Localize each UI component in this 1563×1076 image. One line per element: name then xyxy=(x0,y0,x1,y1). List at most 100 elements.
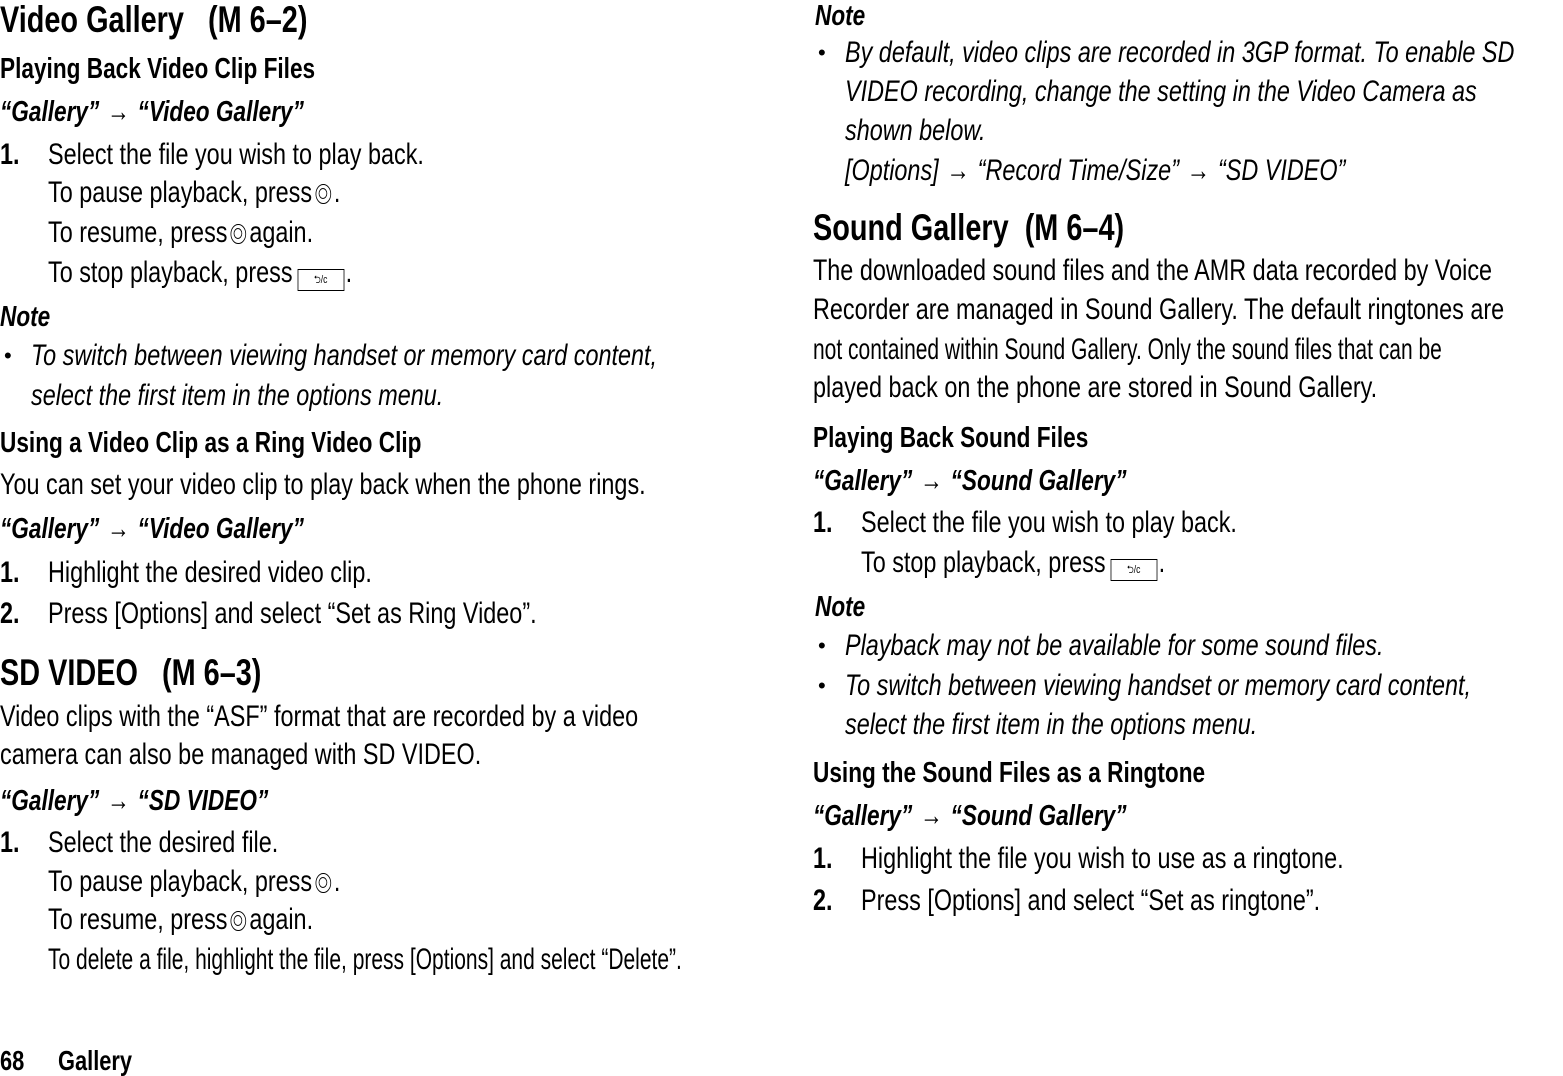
menu-code: (M 6–2) xyxy=(208,0,308,40)
stop-instruction: To stop playback, press ⮌/c. xyxy=(861,547,1165,581)
note-text-line: shown below. xyxy=(845,114,986,147)
bullet-icon: • xyxy=(4,343,12,368)
note-text-line: Playback may not be available for some s… xyxy=(845,629,1384,662)
sound-intro-line: played back on the phone are stored in S… xyxy=(813,371,1378,404)
note-text-line: To switch between viewing handset or mem… xyxy=(31,339,658,372)
step-text: Press [Options] and select “Set as ringt… xyxy=(861,884,1321,917)
menu-path: “Gallery” → “SD VIDEO” xyxy=(0,785,268,817)
back-clear-key-icon: ⮌/c xyxy=(1110,559,1158,581)
path-to: “Video Gallery” xyxy=(137,96,304,128)
step-text: Select the desired file. xyxy=(48,826,279,859)
step-text: Select the file you wish to play back. xyxy=(48,138,424,171)
path-from: “Gallery” xyxy=(0,785,100,817)
step-text: Press [Options] and select “Set as Ring … xyxy=(48,597,537,630)
bullet-icon: • xyxy=(818,40,826,65)
sound-intro-line: Recorder are managed in Sound Gallery. T… xyxy=(813,293,1505,326)
note-text-line: select the first item in the options men… xyxy=(845,708,1258,741)
pause-instruction: To pause playback, press. xyxy=(48,177,340,209)
center-key-icon xyxy=(230,224,247,244)
path-options: [Options] xyxy=(845,154,939,187)
note-text-line: select the first item in the options men… xyxy=(31,379,444,412)
path-from: “Gallery” xyxy=(813,465,913,497)
page-number: 68 xyxy=(0,1045,25,1076)
bullet-icon: • xyxy=(818,673,826,698)
pause-text: To pause playback, press xyxy=(48,176,313,209)
sd-video-intro-line: camera can also be managed with SD VIDEO… xyxy=(0,738,482,771)
sd-video-intro-line: Video clips with the “ASF” format that a… xyxy=(0,700,639,733)
sound-intro-line: not contained within Sound Gallery. Only… xyxy=(813,333,1442,366)
footer-section-name: Gallery xyxy=(58,1045,133,1076)
stop-end: . xyxy=(345,256,353,289)
note-text-line: To switch between viewing handset or mem… xyxy=(845,669,1472,702)
menu-code: (M 6–4) xyxy=(1024,207,1125,248)
section-title-sd-video: SD VIDEO (M 6–3) xyxy=(0,653,261,693)
title-text: SD VIDEO xyxy=(0,652,138,693)
arrow-right-icon: → xyxy=(946,154,970,187)
stop-text: To stop playback, press xyxy=(861,546,1106,579)
arrow-right-icon: → xyxy=(107,785,130,817)
path-from: “Gallery” xyxy=(813,800,913,832)
section-title-video-gallery: Video Gallery (M 6–2) xyxy=(0,0,307,40)
subheading-ringtone: Using the Sound Files as a Ringtone xyxy=(813,757,1206,789)
ring-video-intro: You can set your video clip to play back… xyxy=(0,468,646,501)
bullet-icon: • xyxy=(818,633,826,658)
note-menu-path: [Options] → “Record Time/Size” → “SD VIDEO” xyxy=(845,155,1345,187)
step-number: 1. xyxy=(0,138,20,171)
path-record-time: “Record Time/Size” xyxy=(977,154,1179,187)
menu-path: “Gallery” → “Sound Gallery” xyxy=(813,465,1127,497)
note-label: Note xyxy=(0,301,51,333)
resume-text: To resume, press xyxy=(48,216,228,249)
center-key-icon xyxy=(315,873,331,893)
title-text: Video Gallery xyxy=(0,0,184,40)
resume-end: again. xyxy=(249,216,314,249)
arrow-right-icon: → xyxy=(1186,154,1211,187)
resume-end: again. xyxy=(249,903,314,936)
pause-text: To pause playback, press xyxy=(48,865,313,898)
subheading-playing-back-sound: Playing Back Sound Files xyxy=(813,422,1089,454)
menu-code: (M 6–3) xyxy=(161,652,262,693)
sound-intro-line: The downloaded sound files and the AMR d… xyxy=(813,254,1493,287)
path-to: “Sound Gallery” xyxy=(950,465,1127,497)
delete-instruction: To delete a file, highlight the file, pr… xyxy=(48,943,682,976)
back-clear-key-icon: ⮌/c xyxy=(297,269,345,291)
resume-text: To resume, press xyxy=(48,903,228,936)
arrow-right-icon: → xyxy=(920,465,943,497)
step-text: Highlight the desired video clip. xyxy=(48,556,372,589)
menu-path: “Gallery” → “Video Gallery” xyxy=(0,96,304,128)
stop-text: To stop playback, press xyxy=(48,256,293,289)
pause-end: . xyxy=(333,865,341,898)
stop-end: . xyxy=(1158,546,1166,579)
title-text: Sound Gallery xyxy=(813,207,1009,248)
arrow-right-icon: → xyxy=(107,513,130,545)
note-text-line: By default, video clips are recorded in … xyxy=(845,36,1515,69)
step-number: 1. xyxy=(813,506,833,539)
path-from: “Gallery” xyxy=(0,96,100,128)
path-from: “Gallery” xyxy=(0,513,100,545)
center-key-icon xyxy=(230,911,247,931)
arrow-right-icon: → xyxy=(920,800,943,832)
note-label: Note xyxy=(815,591,866,623)
menu-path: “Gallery” → “Sound Gallery” xyxy=(813,800,1127,832)
stop-instruction: To stop playback, press ⮌/c. xyxy=(48,257,352,291)
step-number: 1. xyxy=(813,842,833,875)
pause-instruction: To pause playback, press. xyxy=(48,866,340,898)
note-label: Note xyxy=(815,0,866,32)
step-number: 2. xyxy=(0,597,20,630)
pause-end: . xyxy=(333,176,341,209)
resume-instruction: To resume, press again. xyxy=(48,217,313,249)
center-key-icon xyxy=(315,184,331,204)
path-to: “Video Gallery” xyxy=(137,513,304,545)
step-number: 1. xyxy=(0,556,20,589)
resume-instruction: To resume, press again. xyxy=(48,904,313,936)
path-sd-video: “SD VIDEO” xyxy=(1217,154,1346,187)
section-title-sound-gallery: Sound Gallery (M 6–4) xyxy=(813,208,1124,248)
step-text: Select the file you wish to play back. xyxy=(861,506,1237,539)
path-to: “Sound Gallery” xyxy=(950,800,1127,832)
note-text-line: VIDEO recording, change the setting in t… xyxy=(845,75,1477,108)
step-number: 2. xyxy=(813,884,833,917)
step-text: Highlight the file you wish to use as a … xyxy=(861,842,1344,875)
path-to: “SD VIDEO” xyxy=(137,785,269,817)
arrow-right-icon: → xyxy=(107,96,130,128)
menu-path: “Gallery” → “Video Gallery” xyxy=(0,513,304,545)
subheading-ring-video: Using a Video Clip as a Ring Video Clip xyxy=(0,427,422,459)
